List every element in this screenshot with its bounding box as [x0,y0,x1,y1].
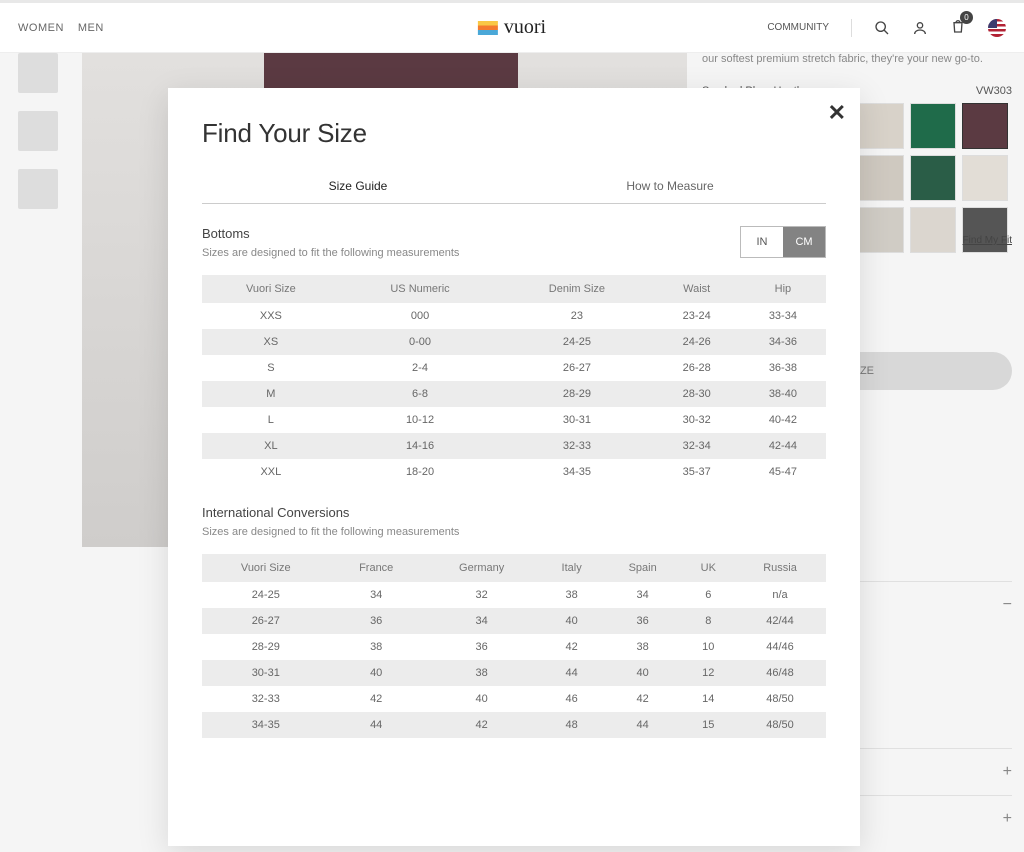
table-row: XS0-0024-2524-2634-36 [202,329,826,355]
unit-in[interactable]: IN [741,227,783,257]
table-row: XXL18-2034-3535-3745-47 [202,459,826,485]
section-title: Bottoms [202,226,459,241]
size-table-bottoms: Vuori SizeUS NumericDenim SizeWaistHip X… [202,275,826,485]
table-header: Germany [423,554,541,582]
table-header: Spain [603,554,683,582]
modal-title: Find Your Size [202,118,826,149]
table-row: 32-33424046421448/50 [202,686,826,712]
size-table-international: Vuori SizeFranceGermanyItalySpainUKRussi… [202,554,826,738]
tab-size-guide[interactable]: Size Guide [202,169,514,203]
unit-toggle: IN CM [740,226,826,258]
table-header: Vuori Size [202,554,330,582]
section-subtitle: Sizes are designed to fit the following … [202,247,459,259]
table-row: S2-426-2726-2836-38 [202,355,826,381]
table-row: 30-31403844401246/48 [202,660,826,686]
table-row: XXS0002323-2433-34 [202,303,826,329]
unit-cm[interactable]: CM [783,227,825,257]
table-row: 26-2736344036842/44 [202,608,826,634]
section-title: International Conversions [202,505,826,520]
table-row: XL14-1632-3332-3442-44 [202,433,826,459]
table-header: Hip [740,275,826,303]
section-subtitle: Sizes are designed to fit the following … [202,526,826,538]
table-row: L10-1230-3130-3240-42 [202,407,826,433]
table-header: UK [683,554,734,582]
table-header: Vuori Size [202,275,340,303]
table-row: 24-25343238346n/a [202,582,826,608]
size-guide-modal: ✕ Find Your Size Size Guide How to Measu… [168,88,860,846]
tab-how-to-measure[interactable]: How to Measure [514,169,826,203]
table-header: Russia [734,554,826,582]
table-row: 34-35444248441548/50 [202,712,826,738]
table-header: France [330,554,423,582]
table-header: US Numeric [340,275,501,303]
table-row: 28-29383642381044/46 [202,634,826,660]
table-header: Waist [654,275,740,303]
table-header: Denim Size [500,275,653,303]
table-header: Italy [540,554,602,582]
table-row: M6-828-2928-3038-40 [202,381,826,407]
close-icon[interactable]: ✕ [828,100,846,126]
